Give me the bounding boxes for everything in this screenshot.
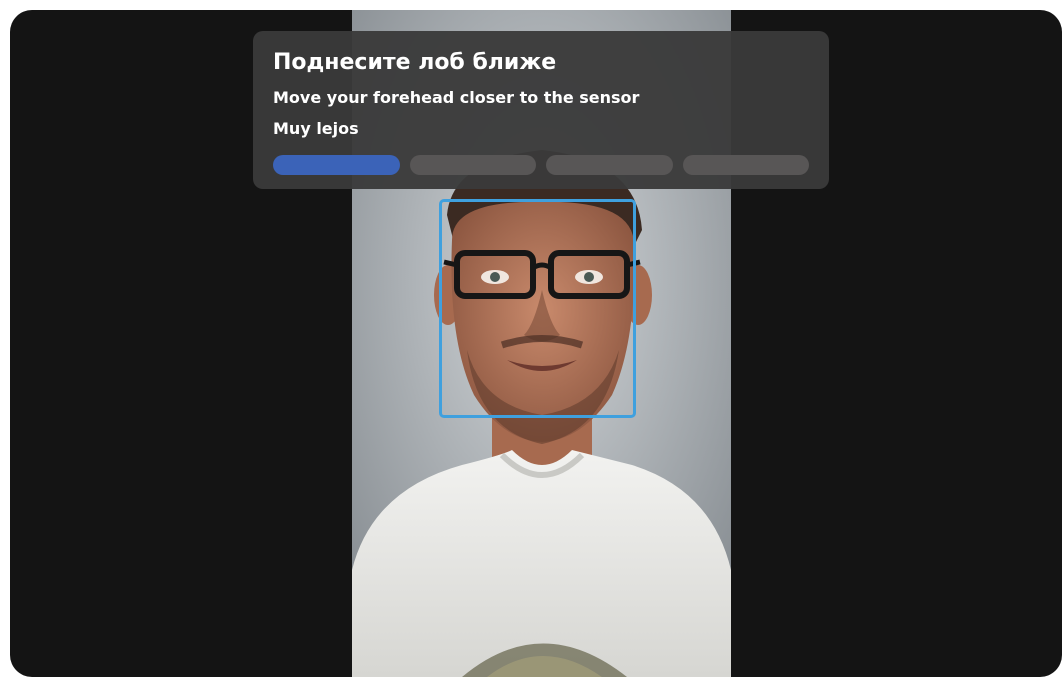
- instruction-panel: Поднесите лоб ближе Move your forehead c…: [253, 31, 829, 189]
- progress-segment: [682, 155, 809, 175]
- instruction-title: Поднесите лоб ближе: [273, 50, 557, 75]
- progress-segment: [409, 155, 536, 175]
- instruction-subtitle: Move your forehead closer to the sensor: [273, 88, 640, 107]
- distance-status: Muy lejos: [273, 119, 359, 138]
- face-detection-box: [439, 199, 636, 418]
- progress-bar: [273, 155, 809, 175]
- camera-window: Поднесите лоб ближе Move your forehead c…: [10, 10, 1062, 677]
- progress-segment: [546, 155, 673, 175]
- progress-segment: [273, 155, 400, 175]
